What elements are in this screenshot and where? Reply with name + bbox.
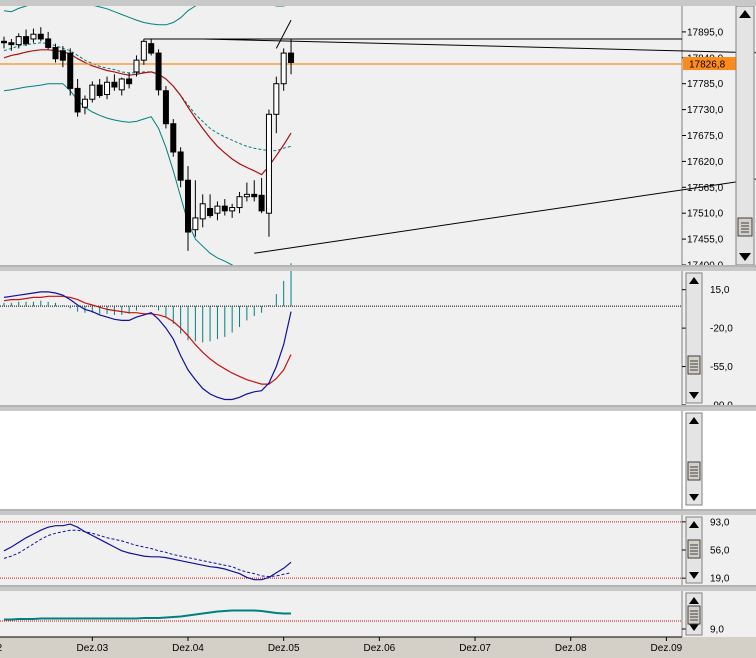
candle-body[interactable]	[273, 83, 280, 115]
empty-indicator-panel[interactable]	[0, 411, 756, 509]
candle-body[interactable]	[251, 193, 258, 198]
candle-body[interactable]	[221, 205, 228, 212]
time-tick-label: Dez.03	[76, 643, 108, 654]
candle-body[interactable]	[96, 84, 103, 96]
candle-body[interactable]	[192, 217, 199, 231]
volume-panel[interactable]	[0, 591, 756, 637]
price-tick-label: 17565,0	[687, 183, 724, 194]
candle-body[interactable]	[81, 98, 88, 108]
candle-body[interactable]	[15, 36, 22, 46]
candle-body[interactable]	[104, 81, 111, 96]
empty-panel-background	[0, 411, 756, 509]
macd-panel-background	[0, 271, 756, 405]
candle-body[interactable]	[133, 59, 140, 73]
candle-body[interactable]	[74, 87, 81, 113]
candle-body[interactable]	[177, 151, 184, 181]
time-tick-label: Dez.09	[651, 643, 683, 654]
candle-body[interactable]	[199, 203, 206, 220]
candle-body[interactable]	[229, 207, 236, 212]
price-panel-background	[0, 6, 756, 265]
macd-tick-label: 15,0	[710, 285, 730, 296]
candle-body[interactable]	[59, 50, 66, 61]
candle-body[interactable]	[148, 43, 155, 54]
scrollbar-thumb[interactable]	[687, 605, 701, 625]
candle-body[interactable]	[243, 193, 250, 198]
indicator-scrollbar-track[interactable]	[685, 272, 703, 404]
volume-tick-label: 9,0	[710, 625, 724, 636]
vol-panel-background	[0, 591, 756, 637]
candle-body[interactable]	[170, 123, 177, 153]
scrollbar-thumb[interactable]	[687, 461, 701, 481]
macd-tick-label: -20,0	[710, 324, 733, 335]
candle-body[interactable]	[45, 38, 52, 48]
candle-body[interactable]	[258, 194, 265, 212]
candle-body[interactable]	[111, 81, 118, 88]
candle-body[interactable]	[185, 179, 191, 233]
candle-body[interactable]	[30, 33, 37, 40]
candle-body[interactable]	[89, 84, 96, 100]
stochastic-tick-label: 56,0	[710, 546, 730, 557]
price-tick-label: 17620,0	[687, 157, 724, 168]
price-tick-label: 17785,0	[687, 79, 724, 90]
stochastic-tick-label: 93,0	[710, 517, 730, 528]
time-tick-label: Dez.05	[268, 643, 300, 654]
scrollbar-thumb[interactable]	[737, 217, 753, 237]
price-tick-label: 17510,0	[687, 209, 724, 220]
candle-body[interactable]	[140, 40, 147, 61]
time-axis: 02Dez.03Dez.04Dez.05Dez.06Dez.07Dez.08De…	[0, 636, 756, 658]
candle-body[interactable]	[23, 36, 30, 45]
candle-body[interactable]	[52, 46, 59, 60]
candle-body[interactable]	[265, 113, 272, 214]
candle-body[interactable]	[236, 196, 243, 209]
candle-body[interactable]	[162, 90, 169, 125]
macd-panel[interactable]	[0, 263, 756, 405]
time-tick-label: Dez.04	[172, 643, 204, 654]
indicator-scrollbar-track[interactable]	[685, 412, 703, 506]
candle-body[interactable]	[288, 52, 295, 64]
time-tick-label: Dez.06	[364, 643, 396, 654]
candle-body[interactable]	[1, 40, 7, 44]
stochastic-panel[interactable]	[0, 515, 756, 585]
price-panel[interactable]	[0, 0, 756, 279]
candle-body[interactable]	[214, 205, 221, 214]
scrollbar-thumb[interactable]	[687, 539, 701, 559]
candle-body[interactable]	[67, 52, 74, 89]
price-tick-label: 17895,0	[687, 27, 724, 38]
stochastic-tick-label: 19,0	[710, 574, 730, 585]
price-tick-label: 17675,0	[687, 131, 724, 142]
stoch-panel-background	[0, 515, 756, 585]
price-tick-label: 17730,0	[687, 105, 724, 116]
candle-body[interactable]	[8, 42, 15, 46]
candle-body[interactable]	[37, 33, 44, 40]
price-tick-label: 17455,0	[687, 235, 724, 246]
time-tick-label: Dez.08	[555, 643, 587, 654]
candle-body[interactable]	[126, 78, 133, 85]
macd-tick-label: -55,0	[710, 362, 733, 373]
current-price-label: 17826,8	[689, 60, 726, 71]
chart-workspace: 17895,017840,017785,017730,017675,017620…	[0, 0, 756, 658]
candle-body[interactable]	[155, 52, 162, 91]
top-border	[0, 0, 756, 6]
time-tick-label: Dez.07	[459, 643, 491, 654]
candle-body[interactable]	[207, 207, 214, 217]
scrollbar-thumb[interactable]	[687, 355, 701, 375]
candle-body[interactable]	[280, 52, 287, 85]
candle-body[interactable]	[118, 78, 125, 91]
